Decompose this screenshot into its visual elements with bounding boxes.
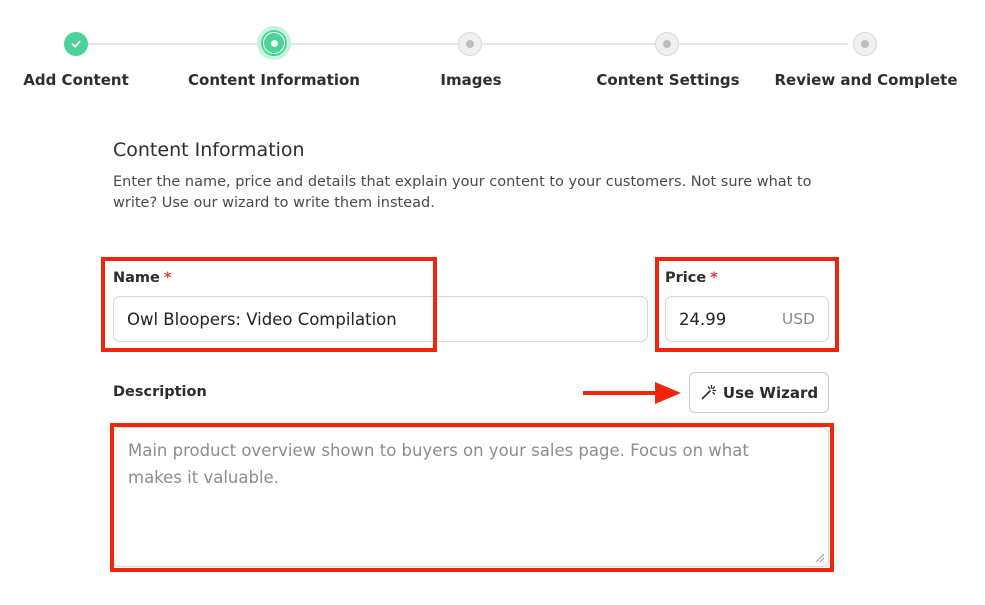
step-2-active-indicator[interactable] [257, 26, 291, 60]
use-wizard-button[interactable]: Use Wizard [689, 372, 829, 413]
step-label-images[interactable]: Images [440, 71, 501, 89]
step-5-pending-indicator[interactable] [853, 32, 877, 56]
step-3-pending-indicator[interactable] [458, 32, 482, 56]
annotation-box-price [655, 257, 839, 352]
section-description: Enter the name, price and details that e… [113, 174, 812, 211]
check-icon [71, 40, 81, 48]
step-label-review-and-complete[interactable]: Review and Complete [775, 71, 958, 89]
active-ring [263, 32, 285, 54]
magic-wand-icon [701, 384, 717, 400]
section-title: Content Information [113, 139, 305, 161]
annotation-box-description [110, 423, 834, 572]
step-label-content-settings[interactable]: Content Settings [596, 71, 739, 89]
step-label-add-content[interactable]: Add Content [23, 71, 129, 89]
step-label-content-information[interactable]: Content Information [188, 71, 360, 89]
step-1-done-indicator[interactable] [64, 32, 88, 56]
page: Add Content Content Information Images C… [0, 0, 985, 605]
annotation-box-name [101, 257, 437, 352]
description-label: Description [113, 384, 207, 400]
annotation-arrow-icon [583, 382, 681, 404]
step-4-pending-indicator[interactable] [655, 32, 679, 56]
use-wizard-label: Use Wizard [722, 383, 819, 402]
